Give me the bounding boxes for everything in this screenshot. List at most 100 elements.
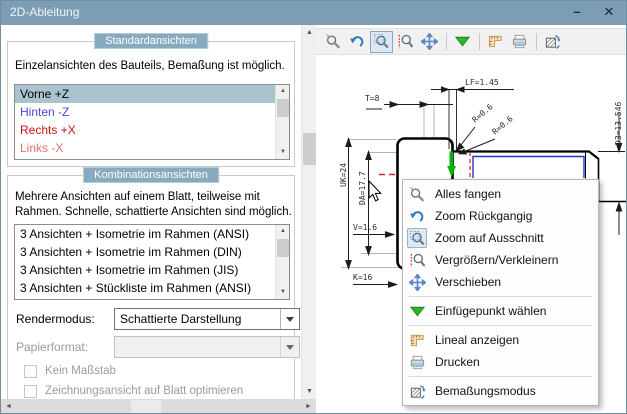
dim-label-r2: R=0.6 (491, 114, 515, 136)
menu-item-verschieben[interactable]: Verschieben (403, 271, 598, 293)
context-menu: Alles fangen Zoom Rückgangig Zoom auf Auss… (402, 179, 599, 406)
minimize-button[interactable]: – (562, 1, 592, 25)
view-item-0[interactable]: Vorne +Z (15, 85, 275, 103)
group-standardansichten: Standardansichten Einzelansichten des Ba… (7, 33, 295, 167)
menu-item-label: Alles fangen (435, 187, 502, 201)
menu-item-zoom-auf-ausschnitt[interactable]: Zoom auf Ausschnitt (403, 227, 598, 249)
menu-item-label: Verschieben (435, 275, 502, 289)
zoom-undo-icon (407, 206, 427, 226)
chevron-down-icon[interactable] (280, 309, 299, 329)
toolbar-button-pan[interactable] (418, 31, 441, 53)
menu-separator (409, 376, 592, 377)
toolbar-button-dimension-mode[interactable] (541, 31, 564, 53)
menu-item-drucken[interactable]: Drucken (403, 351, 598, 373)
titlebar[interactable]: 2D-Ableitung – ✕ (1, 1, 626, 25)
scroll-down-icon[interactable]: ▼ (276, 286, 289, 299)
combination-item-2[interactable]: 3 Ansichten + Isometrie im Rahmen (JIS) (15, 261, 275, 279)
view-item-1[interactable]: Hinten -Z (15, 103, 275, 121)
combination-views-scrollbar: ▲ ▼ (275, 225, 289, 299)
menu-item-zoom-rueckgaengig[interactable]: Zoom Rückgangig (403, 205, 598, 227)
checkbox-label: Kein Maßstab (45, 365, 116, 377)
dim-label-r1: R=0.6 (471, 102, 495, 124)
scroll-up-icon[interactable]: ▲ (276, 85, 289, 98)
dialog-2d-ableitung: 2D-Ableitung – ✕ Standardansichten Einze… (0, 0, 627, 414)
menu-separator (409, 296, 592, 297)
menu-item-lineal-anzeigen[interactable]: Lineal anzeigen (403, 329, 598, 351)
scroll-down-icon[interactable]: ▼ (276, 146, 289, 159)
toolbar-button-insert-point[interactable] (451, 31, 474, 53)
toolbar-button-zoom-in-out[interactable] (394, 31, 417, 53)
rendermodus-value: Schattierte Darstellung (120, 312, 242, 326)
dim-label-d3: D3=13.546 (614, 101, 623, 145)
standard-views-scrollbar: ▲ ▼ (275, 85, 289, 159)
dim-label-v: V=1.6 (353, 223, 377, 232)
chevron-down-icon (280, 337, 299, 357)
scroll-thumb[interactable] (131, 400, 161, 413)
scroll-left-icon[interactable]: ◄ (1, 399, 16, 413)
insert-point-icon (407, 301, 427, 321)
rendermodus-combobox[interactable]: Schattierte Darstellung (114, 308, 300, 330)
menu-item-label: Vergrößern/Verkleinern (435, 253, 559, 267)
zoom-inout-icon (407, 250, 427, 270)
toolbar-separator (479, 33, 480, 50)
group-standardansichten-title: Standardansichten (94, 33, 208, 49)
menu-separator (409, 325, 592, 326)
insert-point-icon (454, 36, 471, 47)
toolbar-button-print[interactable] (508, 31, 531, 53)
group-kombinationsansichten: Kombinationsansichten Mehrere Ansichten … (7, 167, 300, 405)
print-icon (512, 34, 527, 49)
dim-label-uk: UK=24 (339, 163, 348, 187)
menu-item-einfuegepunkt-waehlen[interactable]: Einfügepunkt wählen (403, 300, 598, 322)
view-item-2[interactable]: Rechts +X (15, 121, 275, 139)
scroll-up-icon[interactable]: ▲ (276, 225, 289, 238)
combination-item-3[interactable]: 3 Ansichten + Stückliste im Rahmen (ANSI… (15, 279, 275, 297)
toolbar-button-zoom-undo[interactable] (346, 31, 369, 53)
scroll-thumb[interactable] (303, 133, 316, 165)
combination-item-1[interactable]: 3 Ansichten + Isometrie im Rahmen (DIN) (15, 243, 275, 261)
pan-icon (407, 272, 427, 292)
dim-label-t: T=8 (365, 94, 380, 103)
zoom-all-icon (407, 184, 427, 204)
checkbox-label: Zeichnungsansicht auf Blatt optimieren (45, 385, 244, 397)
close-button[interactable]: ✕ (594, 1, 624, 25)
menu-item-label: Lineal anzeigen (435, 333, 520, 347)
combination-views-list: 3 Ansichten + Isometrie im Rahmen (ANSI)… (14, 224, 290, 300)
papierformat-combobox (114, 336, 300, 358)
menu-item-bemassungsmodus[interactable]: Bemaßungsmodus (403, 380, 598, 402)
toolbar-separator (446, 33, 447, 50)
zoom-window-icon (373, 33, 389, 48)
scroll-thumb[interactable] (277, 99, 289, 117)
pan-icon (421, 33, 438, 50)
view-item-3[interactable]: Links -X (15, 139, 275, 157)
standardansichten-description: Einzelansichten des Bauteils, Bemaßung i… (15, 60, 285, 72)
checkbox-icon (24, 365, 37, 378)
menu-item-vergroessern-verkleinern[interactable]: Vergrößern/Verkleinern (403, 249, 598, 271)
zoom-inout-icon (398, 34, 414, 49)
scroll-thumb[interactable] (277, 239, 289, 257)
toolbar-button-ruler[interactable] (484, 31, 507, 53)
menu-item-label: Zoom auf Ausschnitt (435, 231, 544, 245)
toolbar-separator (536, 33, 537, 50)
toolbar-button-zoom-window[interactable] (370, 30, 393, 53)
menu-item-label: Zoom Rückgangig (435, 209, 533, 223)
scroll-down-icon[interactable]: ▼ (302, 384, 317, 399)
menu-item-label: Drucken (435, 355, 480, 369)
window-title: 2D-Ableitung (10, 5, 80, 19)
menu-item-alles-fangen[interactable]: Alles fangen (403, 183, 598, 205)
scroll-up-icon[interactable]: ▲ (302, 25, 317, 40)
rendermodus-label: Rendermodus: (16, 312, 95, 326)
kombinationsansichten-description: Mehrere Ansichten auf einem Blatt, teilw… (15, 191, 292, 218)
preview-toolbar (316, 28, 626, 55)
options-pane-hscrollbar: ◄ ► (1, 399, 316, 413)
ruler-icon (488, 35, 502, 48)
ruler-icon (407, 330, 427, 350)
toolbar-button-zoom-all[interactable] (322, 31, 345, 53)
scroll-right-icon[interactable]: ► (301, 399, 316, 413)
menu-item-label: Einfügepunkt wählen (435, 304, 547, 318)
checkbox-icon (24, 385, 37, 398)
zoom-undo-icon (350, 36, 364, 47)
standard-views-list: Vorne +Z Hinten -Z Rechts +X Links -X ▲ ▼ (14, 84, 290, 160)
combination-item-0[interactable]: 3 Ansichten + Isometrie im Rahmen (ANSI) (15, 225, 275, 243)
print-icon (407, 352, 427, 372)
dim-label-lf: LF=1.45 (465, 78, 499, 87)
